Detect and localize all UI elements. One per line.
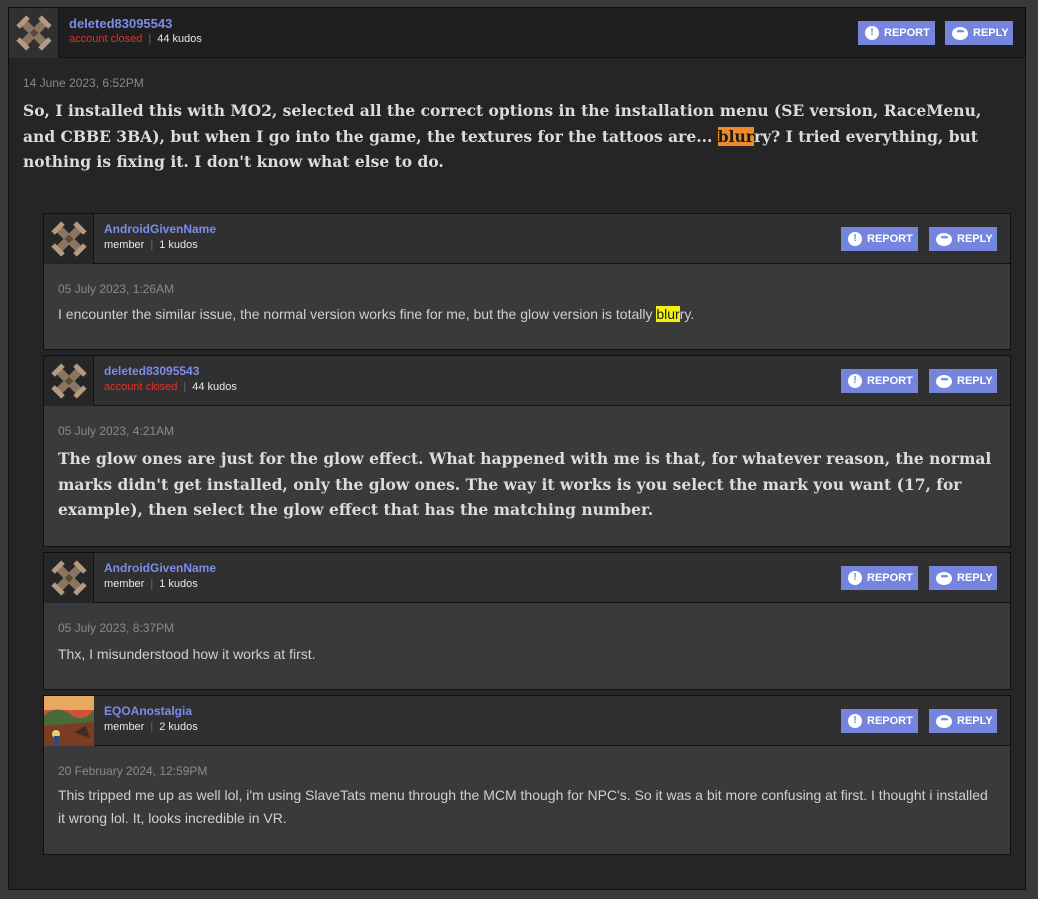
reply-label: REPLY — [957, 375, 993, 387]
exclamation-circle-icon: ! — [848, 232, 862, 246]
user-meta: member | 1 kudos — [104, 578, 198, 590]
reply-card: AndroidGivenName member | 1 kudos ! REPORT… — [43, 213, 1011, 350]
reply-button[interactable]: ••• REPLY — [929, 709, 997, 733]
exclamation-circle-icon: ! — [865, 26, 879, 40]
speech-bubble-icon: ••• — [936, 232, 952, 246]
report-button[interactable]: ! REPORT — [858, 21, 935, 45]
post-body: Thx, I misunderstood how it works at fir… — [58, 646, 316, 662]
exclamation-circle-icon: ! — [848, 571, 862, 585]
reply-button[interactable]: ••• REPLY — [929, 227, 997, 251]
reply-label: REPLY — [957, 572, 993, 584]
kudos-count: 1 kudos — [159, 578, 198, 590]
report-label: REPORT — [867, 572, 913, 584]
post-body: This tripped me up as well lol, i'm usin… — [58, 787, 988, 826]
reply-card: EQOAnostalgia member | 2 kudos ! REPORT ••… — [43, 695, 1011, 855]
reply-label: REPLY — [957, 233, 993, 245]
user-avatar[interactable] — [44, 696, 94, 746]
reply-card: deleted83095543 account closed | 44 kudos … — [43, 355, 1011, 547]
default-avatar-icon[interactable] — [44, 356, 94, 406]
post-header: AndroidGivenName member | 1 kudos ! REPORT… — [44, 214, 1010, 264]
post-date: 05 July 2023, 4:21AM — [58, 424, 175, 438]
report-label: REPORT — [867, 715, 913, 727]
report-label: REPORT — [867, 233, 913, 245]
post-header: EQOAnostalgia member | 2 kudos ! REPORT ••… — [44, 696, 1010, 746]
reply-label: REPLY — [957, 715, 993, 727]
default-avatar-icon[interactable] — [9, 8, 59, 58]
kudos-count: 44 kudos — [192, 381, 237, 393]
report-button[interactable]: ! REPORT — [841, 709, 918, 733]
report-button[interactable]: ! REPORT — [841, 227, 918, 251]
report-label: REPORT — [867, 375, 913, 387]
username-link[interactable]: EQOAnostalgia — [104, 704, 192, 718]
exclamation-circle-icon: ! — [848, 374, 862, 388]
post-header: deleted83095543 account closed | 44 kudos … — [9, 8, 1025, 58]
speech-bubble-icon: ••• — [936, 374, 952, 388]
username-link[interactable]: AndroidGivenName — [104, 561, 216, 575]
post-header: deleted83095543 account closed | 44 kudos … — [44, 356, 1010, 406]
speech-bubble-icon: ••• — [936, 714, 952, 728]
reply-label: REPLY — [973, 27, 1009, 39]
report-label: REPORT — [884, 27, 930, 39]
default-avatar-icon[interactable] — [44, 214, 94, 264]
user-meta: member | 2 kudos — [104, 721, 198, 733]
report-button[interactable]: ! REPORT — [841, 369, 918, 393]
username-link[interactable]: deleted83095543 — [69, 16, 172, 31]
report-button[interactable]: ! REPORT — [841, 566, 918, 590]
post-date: 05 July 2023, 8:37PM — [58, 621, 175, 635]
search-highlight: blur — [656, 306, 680, 322]
account-status: account closed — [104, 381, 178, 393]
post-date: 14 June 2023, 6:52PM — [23, 76, 144, 90]
post-header: AndroidGivenName member | 1 kudos ! REPORT… — [44, 553, 1010, 603]
user-role: member — [104, 578, 145, 590]
user-meta: account closed | 44 kudos — [69, 33, 202, 45]
post-body: I encounter the similar issue, the norma… — [58, 306, 695, 322]
user-role: member — [104, 239, 145, 251]
account-status: account closed — [69, 33, 143, 45]
user-meta: account closed | 44 kudos — [104, 381, 237, 393]
comment-thread: deleted83095543 account closed | 44 kudos … — [8, 7, 1026, 890]
post-date: 05 July 2023, 1:26AM — [58, 282, 175, 296]
username-link[interactable]: AndroidGivenName — [104, 222, 216, 236]
reply-card: AndroidGivenName member | 1 kudos ! REPORT… — [43, 552, 1011, 690]
speech-bubble-icon: ••• — [952, 26, 968, 40]
reply-button[interactable]: ••• REPLY — [929, 369, 997, 393]
search-highlight-current: blur — [717, 126, 754, 146]
kudos-count: 44 kudos — [157, 33, 202, 45]
default-avatar-icon[interactable] — [44, 553, 94, 603]
reply-button[interactable]: ••• REPLY — [945, 21, 1013, 45]
kudos-count: 2 kudos — [159, 721, 198, 733]
user-role: member — [104, 721, 145, 733]
user-meta: member | 1 kudos — [104, 239, 198, 251]
kudos-count: 1 kudos — [159, 239, 198, 251]
post-body: So, I installed this with MO2, selected … — [23, 101, 982, 171]
reply-button[interactable]: ••• REPLY — [929, 566, 997, 590]
speech-bubble-icon: ••• — [936, 571, 952, 585]
exclamation-circle-icon: ! — [848, 714, 862, 728]
post-date: 20 February 2024, 12:59PM — [58, 764, 208, 778]
username-link[interactable]: deleted83095543 — [104, 364, 199, 378]
post-body: The glow ones are just for the glow effe… — [58, 449, 992, 519]
